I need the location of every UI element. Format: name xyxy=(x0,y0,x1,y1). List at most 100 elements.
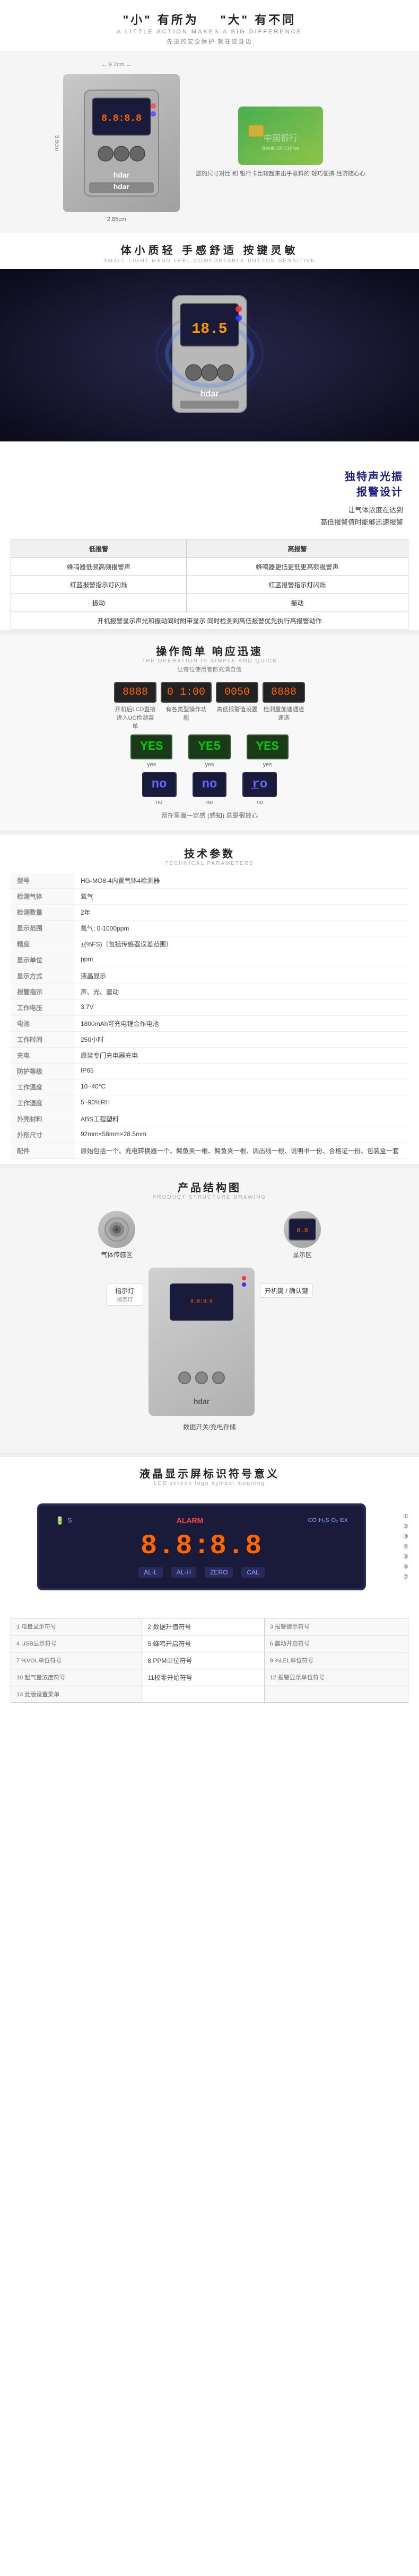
tech-value-accuracy: ±(%FS)（包括传感器误差范围） xyxy=(74,936,408,952)
alarm-header-low: 低报警 xyxy=(11,539,187,557)
sym-14 xyxy=(142,1686,264,1702)
tech-value-alarm: 声、光、震动 xyxy=(74,984,408,999)
lcd-label-6: ⑥ xyxy=(403,1563,408,1570)
lcd-title-en: LCD screen logo symbol meaning xyxy=(11,1481,408,1486)
alarm-cell-1-low: 蜂鸣器低频高频报警声 xyxy=(11,557,187,576)
feature-title-en: SMALL LIGHT HAND FEEL COMFORTABLE BUTTON… xyxy=(11,258,408,264)
tech-value-protection: IP65 xyxy=(74,1063,408,1079)
tech-row-accuracy: 精度 ±(%FS)（包括传感器误差范围） xyxy=(11,936,408,952)
lcd-label-2: ② xyxy=(403,1523,408,1530)
operation-desc: 让每位使用者都充满自信 xyxy=(0,665,419,674)
tech-value-material: ABS工程塑料 xyxy=(74,1111,408,1127)
btn-1[interactable] xyxy=(178,1371,191,1384)
btn-3[interactable] xyxy=(212,1371,225,1384)
lcd-screen-display: 🔋 S ALARM CO H₂S O₂ EX 8.8 xyxy=(37,1503,366,1590)
right-labels: 开机键 / 确认键 xyxy=(260,1268,313,1298)
alarm-header-high: 高报警 xyxy=(186,539,408,557)
alarm-cell-3-high: 振动 xyxy=(186,594,408,612)
sym-15 xyxy=(264,1686,408,1702)
tech-row-tech: 显示方式 液晶显示 xyxy=(11,968,408,984)
gas-sensor-part: 气体传感区 xyxy=(98,1211,135,1259)
tech-row-model: 型号 HG-MO8-4内置气体4检测器 xyxy=(11,873,408,889)
display-label: 显示区 xyxy=(284,1250,321,1259)
lcd-digits-2: 8.8 xyxy=(210,1530,263,1562)
tech-value-battery: 1800mAh可充电锂合作电池 xyxy=(74,1015,408,1031)
tech-row-gas: 检测气体 氧气 xyxy=(11,888,408,904)
tech-table: 型号 HG-MO8-4内置气体4检测器 检测气体 氧气 检测数量 2年 显示范围… xyxy=(11,873,408,1159)
top-parts-row: 气体传感区 8.8 显示区 xyxy=(24,1211,395,1259)
tech-value-display: 氧气: 0-1000ppm xyxy=(74,920,408,936)
symbol-row-5: 13 此版设置菜单 xyxy=(11,1686,408,1702)
main-slogan: "小" 有所为 "大" 有不同 xyxy=(0,11,419,28)
bar-label-al-l: AL-L xyxy=(138,1567,162,1578)
alarm-cell-2-low: 红蓝报警指示灯闪烁 xyxy=(11,576,187,594)
slogan-cn-mid: "大" 有不同 xyxy=(220,13,296,26)
battery-icon: 🔋 xyxy=(55,1516,64,1525)
tech-row-protection: 防护等级 IP65 xyxy=(11,1063,408,1079)
main-device-image: 8.8:8.8 hdar xyxy=(63,74,180,212)
op-display-4: 8888 检测量加速通道速选 xyxy=(263,682,305,730)
tech-label-protection: 防护等级 xyxy=(11,1063,74,1079)
yes-display-3: YES yes xyxy=(247,734,289,768)
svg-text:中国银行: 中国银行 xyxy=(264,134,298,143)
feature-text-section: 体小质轻 手感舒适 按键灵敏 SMALL LIGHT HAND FEEL COM… xyxy=(0,233,419,269)
display-img: 8.8 xyxy=(284,1211,321,1248)
lcd-number-group: 8.8 : 8.8 xyxy=(141,1530,263,1562)
lcd-digits-1: 8.8 xyxy=(141,1530,194,1562)
tech-label-battery: 电池 xyxy=(11,1015,74,1031)
symbol-table-wrapper: 1 电量显示符号 2 数据升值符号 3 报警提示符号 4 USB显示符号 5 蜂… xyxy=(0,1618,419,1713)
unique-desc: 让气体浓度在达到 高低报警值时能够迅速报警 xyxy=(16,504,403,529)
confirm-label: 留在里面一定感 (感知) 总是很放心 xyxy=(0,811,419,820)
tech-label-charge: 充电 xyxy=(11,1047,74,1063)
tech-label-alarm: 报警指示 xyxy=(11,984,74,999)
dimension-depth: 2.85cm xyxy=(107,216,126,223)
symbol-row-4: 10 起气量浓度符号 11校零开始符号 12 报警显示单位符号 xyxy=(11,1669,408,1686)
tech-title-cn: 技术参数 xyxy=(11,845,408,861)
tech-row-humidity: 工作湿度 5~90%RH xyxy=(11,1095,408,1111)
label-indicator: 指示灯 指示灯 xyxy=(106,1283,143,1306)
yes-display-1: YES yes xyxy=(130,734,172,768)
tech-label-humidity: 工作湿度 xyxy=(11,1095,74,1111)
tech-value-gas: 氧气 xyxy=(74,888,408,904)
tech-row-voltage: 工作电压 3.7V xyxy=(11,999,408,1015)
tech-label-sensor: 检测数量 xyxy=(11,904,74,920)
tech-value-voltage: 3.7V xyxy=(74,999,408,1015)
center-device: 8.8:8.8 hdar xyxy=(149,1268,255,1416)
sym-4: 4 USB显示符号 xyxy=(11,1635,142,1652)
alarm-table: 低报警 高报警 蜂鸣器低频高频报警声 蜂鸣器更低更低更高频报警声 红蓝报警指示灯… xyxy=(11,539,408,630)
gas-sensor-img xyxy=(98,1211,135,1248)
large-device-content: 18.5 hdar xyxy=(0,269,419,441)
led-red xyxy=(242,1276,246,1280)
alarm-row-full: 开机报警显示声光和振动同时附带显示 同时检测到高低报警优先执行高报警动作 xyxy=(11,612,408,630)
tech-row-unit: 显示单位 ppm xyxy=(11,952,408,968)
yes-row: YES yes YE5 yes YES yes xyxy=(0,734,419,768)
structure-title-en: PRODUCT STRUCTURE DRAWING xyxy=(0,1194,419,1200)
tech-label-work-time: 工作时间 xyxy=(11,1031,74,1047)
tech-label-voltage: 工作电压 xyxy=(11,999,74,1015)
symbol-row-1: 1 电量显示符号 2 数据升值符号 3 报警提示符号 xyxy=(11,1618,408,1635)
dim-width-label: ← 9.2cm → xyxy=(101,61,132,68)
tech-label-gas: 检测气体 xyxy=(11,888,74,904)
operation-title-en: THE OPERATION IS SIMPLE AND QUICK xyxy=(0,658,419,664)
lcd-screen-area: 🔋 S ALARM CO H₂S O₂ EX 8.8 xyxy=(11,1495,408,1599)
sym-7: 7 %VOL单位符号 xyxy=(11,1652,142,1669)
bar-label-cal: CAL xyxy=(241,1567,264,1578)
tech-row-alarm: 报警指示 声、光、震动 xyxy=(11,984,408,999)
top-banner-section: "小" 有所为 "大" 有不同 A LITTLE ACTION MAKES A … xyxy=(0,0,419,51)
sym-10: 10 起气量浓度符号 xyxy=(11,1669,142,1686)
op-label-4: 检测量加速通道速选 xyxy=(263,705,305,722)
lcd-label-7: ⑦ xyxy=(403,1573,408,1580)
tech-value-sensor: 2年 xyxy=(74,904,408,920)
btn-2[interactable] xyxy=(195,1371,208,1384)
bottom-label: 数据开关/充电存储 xyxy=(24,1422,395,1431)
tech-label-display: 显示范围 xyxy=(11,920,74,936)
alarm-row-2: 红蓝报警指示灯闪烁 红蓝报警指示灯闪烁 xyxy=(11,576,408,594)
tech-row-display-range: 显示范围 氧气: 0-1000ppm xyxy=(11,920,408,936)
product-structure-section: 产品结构图 PRODUCT STRUCTURE DRAWING 气体传感区 xyxy=(0,1169,419,1453)
dim-height-label: 5.8cm xyxy=(54,135,60,151)
svg-text:8.8: 8.8 xyxy=(296,1227,308,1234)
tech-row-accessories: 配件 原始包括一个、充电转换器一个、鳄鱼夹一根、鳄鱼夹一根、调出线一根、说明书一… xyxy=(11,1143,408,1158)
lcd-display-1: 8888 xyxy=(114,682,156,703)
left-labels: 指示灯 指示灯 xyxy=(106,1268,143,1306)
op-display-2: 0 1:00 有各类型操作功能 xyxy=(161,682,212,730)
